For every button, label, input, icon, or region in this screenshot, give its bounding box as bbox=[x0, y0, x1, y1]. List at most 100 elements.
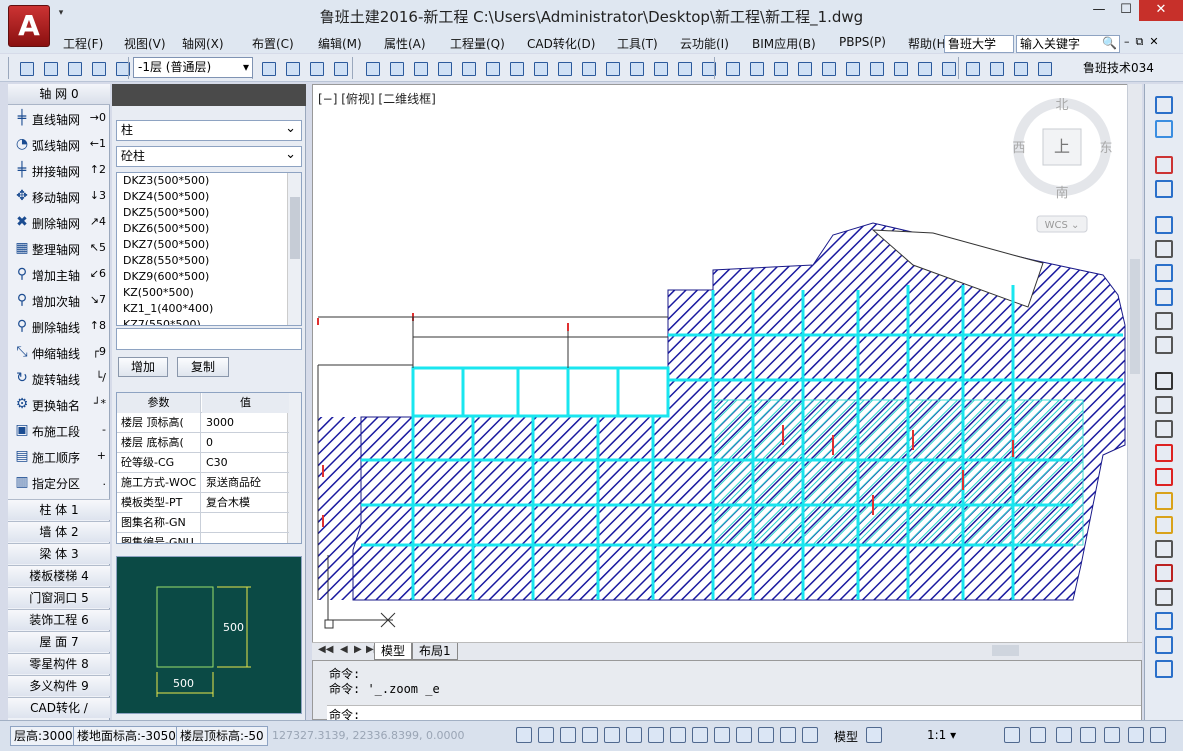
rail-tool[interactable]: ▦ 整理轴网 ↖5 bbox=[8, 235, 110, 261]
side-tool-button[interactable] bbox=[1155, 516, 1173, 534]
toolbar-button[interactable] bbox=[650, 58, 670, 78]
status-toggle-icon[interactable] bbox=[1128, 727, 1144, 743]
menu-item[interactable]: 属性(A) bbox=[384, 35, 426, 52]
table-row[interactable]: 楼层 顶标高(3000 bbox=[117, 413, 289, 433]
status-toggle-icon[interactable] bbox=[604, 727, 620, 743]
side-tool-button[interactable] bbox=[1155, 312, 1173, 330]
side-tool-button[interactable] bbox=[1155, 264, 1173, 282]
toolbar-button[interactable] bbox=[386, 58, 406, 78]
rail-tool[interactable]: ✥ 移动轴网 ↓3 bbox=[8, 183, 110, 209]
app-logo-button[interactable]: A bbox=[8, 5, 50, 47]
command-input[interactable]: 命令: bbox=[327, 705, 1141, 722]
side-tool-button[interactable] bbox=[1155, 120, 1173, 138]
tab-nav-prev[interactable]: ◀ bbox=[340, 644, 348, 655]
table-row[interactable]: 楼层 底标高(0 bbox=[117, 433, 289, 453]
toolbar-button[interactable] bbox=[362, 58, 382, 78]
model-space-toggle[interactable]: 模型 bbox=[834, 728, 858, 745]
compass-south[interactable]: 南 bbox=[1055, 185, 1068, 201]
toolbar-button[interactable] bbox=[64, 58, 84, 78]
side-tool-button[interactable] bbox=[1155, 540, 1173, 558]
side-tool-button[interactable] bbox=[1155, 156, 1173, 174]
toolbar-button[interactable] bbox=[112, 58, 132, 78]
status-toggle-icon[interactable] bbox=[670, 727, 686, 743]
menu-item[interactable]: 工程(F) bbox=[63, 35, 103, 52]
toolbar-button[interactable] bbox=[890, 58, 910, 78]
compass-east[interactable]: 东 bbox=[1099, 141, 1112, 156]
toolbar-button[interactable] bbox=[330, 58, 350, 78]
rail-category[interactable]: 柱 体 1 bbox=[8, 499, 110, 520]
status-toggle-icon[interactable] bbox=[758, 727, 774, 743]
canvas-vertical-scrollbar[interactable] bbox=[1127, 84, 1142, 644]
table-row[interactable]: 砼等级-CG C30 bbox=[117, 453, 289, 473]
rail-tool[interactable]: ▣ 布施工段 - bbox=[8, 417, 110, 443]
menu-item[interactable]: 视图(V) bbox=[124, 35, 166, 52]
rail-tool[interactable]: ⤡ 伸缩轴线 ┌9 bbox=[8, 339, 110, 365]
user-name[interactable]: 鲁班技术034 bbox=[1083, 59, 1154, 76]
toolbar-button[interactable] bbox=[578, 58, 598, 78]
wcs-label[interactable]: WCS ⌄ bbox=[1045, 220, 1080, 231]
component-name-field[interactable] bbox=[116, 328, 302, 350]
rail-tool[interactable]: ⚙ 更换轴名 ┘* bbox=[8, 391, 110, 417]
ground-elevation-status[interactable]: 楼地面标高:-3050 bbox=[73, 726, 180, 746]
toolbar-button[interactable] bbox=[40, 58, 60, 78]
status-toggle-icon[interactable] bbox=[802, 727, 818, 743]
list-item[interactable]: DKZ7(500*500) bbox=[117, 237, 301, 253]
toolbar-button[interactable] bbox=[770, 58, 790, 78]
rail-category[interactable]: 屋 面 7 bbox=[8, 631, 110, 652]
toolbar-button[interactable] bbox=[818, 58, 838, 78]
document-window-controls[interactable]: –⧉✕ bbox=[1124, 35, 1182, 51]
rail-category[interactable]: CAD转化 / bbox=[8, 697, 110, 718]
toolbar-button[interactable] bbox=[434, 58, 454, 78]
rail-category[interactable]: 楼板楼梯 4 bbox=[8, 565, 110, 586]
rail-header-axis[interactable]: 轴 网 0 bbox=[8, 84, 110, 105]
side-tool-button[interactable] bbox=[1155, 636, 1173, 654]
copy-button[interactable]: 复制 bbox=[177, 357, 229, 377]
side-tool-button[interactable] bbox=[1155, 336, 1173, 354]
prop-value[interactable]: 0 bbox=[202, 433, 289, 453]
compass-west[interactable]: 西 bbox=[1012, 141, 1025, 156]
toolbar-button[interactable] bbox=[506, 58, 526, 78]
toolbar-button[interactable] bbox=[88, 58, 108, 78]
status-toggle-icon[interactable] bbox=[1004, 727, 1020, 743]
status-toggle-icon[interactable] bbox=[648, 727, 664, 743]
table-row[interactable]: 施工方式-WOC 泵送商品砼 bbox=[117, 473, 289, 493]
rail-tool[interactable]: ✖ 删除轴网 ↗4 bbox=[8, 209, 110, 235]
status-toggle-icon[interactable] bbox=[582, 727, 598, 743]
status-toggle-icon[interactable] bbox=[538, 727, 554, 743]
prop-value[interactable] bbox=[202, 533, 289, 543]
status-toggle-icon[interactable] bbox=[1056, 727, 1072, 743]
chevron-down-icon[interactable]: ▾ bbox=[54, 8, 68, 24]
toolbar-button[interactable] bbox=[698, 58, 718, 78]
side-tool-button[interactable] bbox=[1155, 216, 1173, 234]
annotation-scale[interactable]: 1:1 ▾ bbox=[927, 728, 956, 742]
status-toggle-icon[interactable] bbox=[560, 727, 576, 743]
side-tool-button[interactable] bbox=[1155, 96, 1173, 114]
toolbar-button[interactable] bbox=[602, 58, 622, 78]
horizontal-scroll-thumb[interactable] bbox=[992, 645, 1019, 656]
component-type-select[interactable]: 柱 bbox=[116, 119, 302, 141]
toolbar-button[interactable] bbox=[410, 58, 430, 78]
toolbar-button[interactable] bbox=[866, 58, 886, 78]
side-tool-button[interactable] bbox=[1155, 588, 1173, 606]
list-item[interactable]: KZ(500*500) bbox=[117, 285, 301, 301]
status-toggle-icon[interactable] bbox=[780, 727, 796, 743]
side-tool-button[interactable] bbox=[1155, 660, 1173, 678]
rail-category[interactable]: 梁 体 3 bbox=[8, 543, 110, 564]
view-top-label[interactable]: 上 bbox=[1054, 137, 1070, 156]
component-list[interactable]: DKZ3(500*500) DKZ4(500*500) DKZ5(500*500) D… bbox=[116, 172, 302, 326]
status-toggle-icon[interactable] bbox=[1080, 727, 1096, 743]
menu-item[interactable]: 工程量(Q) bbox=[450, 35, 505, 52]
prop-value[interactable] bbox=[202, 513, 289, 533]
toolbar-button[interactable] bbox=[674, 58, 694, 78]
floor-height-status[interactable]: 层高:3000 bbox=[10, 726, 77, 746]
list-item[interactable]: KZ7(550*500) bbox=[117, 317, 301, 325]
toolbar-button[interactable] bbox=[258, 58, 278, 78]
table-row[interactable]: 图集名称-GN bbox=[117, 513, 289, 533]
rail-tool[interactable]: ⚲ 删除轴线 ↑8 bbox=[8, 313, 110, 339]
status-toggle-icon[interactable] bbox=[866, 727, 882, 743]
rail-tool[interactable]: ▤ 施工顺序 + bbox=[8, 443, 110, 469]
table-row[interactable]: 图集编号-GNU bbox=[117, 533, 289, 543]
compass-north[interactable]: 北 bbox=[1055, 98, 1068, 113]
component-subtype-select[interactable]: 砼柱 bbox=[116, 145, 302, 167]
toolbar-button[interactable] bbox=[16, 58, 36, 78]
